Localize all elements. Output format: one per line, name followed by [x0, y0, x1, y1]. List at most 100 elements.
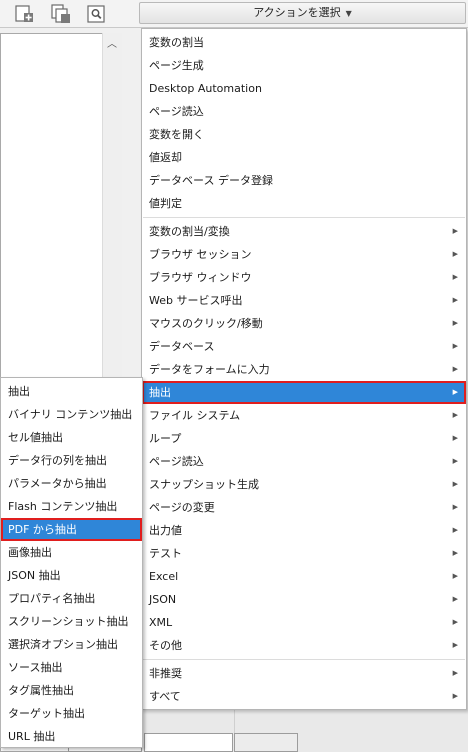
menu-item[interactable]: 値判定: [142, 192, 466, 215]
chevron-right-icon: ▶: [452, 595, 458, 603]
menu-item-label: データベース データ登録: [149, 174, 273, 187]
menu-item[interactable]: データベース ▶: [142, 335, 466, 358]
chevron-right-icon: ▶: [452, 641, 458, 649]
menu-item-label: ページの変更: [149, 501, 215, 514]
menu-item-label: Desktop Automation: [149, 82, 262, 95]
menu-item-label: マウスのクリック/移動: [149, 317, 263, 330]
chevron-right-icon: ▶: [452, 342, 458, 350]
menu-item[interactable]: Desktop Automation: [142, 77, 466, 100]
menu-item-label: すべて: [149, 690, 181, 703]
menu-item[interactable]: ページ読込 ▶: [142, 450, 466, 473]
scroll-up-icon[interactable]: ︿: [102, 37, 122, 53]
menu-item[interactable]: 変数の割当/変換 ▶: [142, 220, 466, 243]
chevron-right-icon: ▶: [452, 480, 458, 488]
bottom-field[interactable]: [234, 733, 298, 752]
menu-item-label: ブラウザ セッション: [149, 248, 252, 261]
chevron-right-icon: ▶: [452, 434, 458, 442]
copy-page-icon[interactable]: [50, 3, 72, 25]
action-menu: 変数の割当 ページ生成 Desktop Automation ページ読込 変数を開く 値返…: [141, 28, 467, 710]
menu-item-label: データをフォームに入力: [149, 363, 270, 376]
menu-item[interactable]: 値返却: [142, 146, 466, 169]
toolbar: アクションを選択 ▼: [0, 0, 468, 28]
action-select-label: アクションを選択: [253, 6, 341, 19]
submenu-item[interactable]: 画像抽出: [1, 541, 142, 564]
submenu-item[interactable]: ターゲット抽出: [1, 702, 142, 725]
chevron-right-icon: ▶: [452, 319, 458, 327]
menu-item[interactable]: データベース データ登録: [142, 169, 466, 192]
submenu-item[interactable]: パラメータから抽出: [1, 472, 142, 495]
menu-separator: [143, 659, 465, 660]
menu-item[interactable]: 出力値 ▶: [142, 519, 466, 542]
menu-item-label: 値返却: [149, 151, 182, 164]
submenu-item[interactable]: Flash コンテンツ抽出: [1, 495, 142, 518]
submenu-item[interactable]: バイナリ コンテンツ抽出: [1, 403, 142, 426]
action-select-dropdown[interactable]: アクションを選択 ▼: [139, 2, 466, 24]
bottom-field[interactable]: [144, 733, 233, 752]
submenu-item[interactable]: データ行の列を抽出: [1, 449, 142, 472]
menu-item[interactable]: Web サービス呼出 ▶: [142, 289, 466, 312]
menu-item[interactable]: テスト ▶: [142, 542, 466, 565]
menu-item-label: 変数の割当/変換: [149, 225, 230, 238]
menu-item[interactable]: 変数の割当: [142, 31, 466, 54]
menu-item-label: XML: [149, 616, 173, 629]
menu-item[interactable]: JSON ▶: [142, 588, 466, 611]
menu-item[interactable]: Excel ▶: [142, 565, 466, 588]
submenu-item[interactable]: プロパティ名抽出: [1, 587, 142, 610]
submenu-item[interactable]: セル値抽出: [1, 426, 142, 449]
chevron-right-icon: ▶: [452, 526, 458, 534]
chevron-right-icon: ▶: [452, 572, 458, 580]
submenu-item[interactable]: スクリーンショット抽出: [1, 610, 142, 633]
menu-item[interactable]: その他 ▶: [142, 634, 466, 657]
submenu-item[interactable]: PDF から抽出: [1, 518, 142, 541]
submenu-item[interactable]: タグ属性抽出: [1, 679, 142, 702]
chevron-down-icon: ▼: [345, 9, 352, 18]
menu-item[interactable]: ブラウザ ウィンドウ ▶: [142, 266, 466, 289]
menu-item[interactable]: データをフォームに入力 ▶: [142, 358, 466, 381]
menu-item[interactable]: 変数を開く: [142, 123, 466, 146]
menu-item[interactable]: 非推奨 ▶: [142, 662, 466, 685]
menu-item[interactable]: スナップショット生成 ▶: [142, 473, 466, 496]
menu-item[interactable]: ページ生成: [142, 54, 466, 77]
menu-item[interactable]: ページ読込: [142, 100, 466, 123]
menu-item-label: 値判定: [149, 197, 182, 210]
menu-item[interactable]: ファイル システム ▶: [142, 404, 466, 427]
menu-item[interactable]: ループ ▶: [142, 427, 466, 450]
chevron-right-icon: ▶: [452, 457, 458, 465]
menu-item[interactable]: 抽出 ▶: [142, 381, 466, 404]
menu-separator: [143, 217, 465, 218]
menu-item-label: 出力値: [149, 524, 182, 537]
menu-item[interactable]: マウスのクリック/移動 ▶: [142, 312, 466, 335]
menu-item-label: テスト: [149, 547, 182, 560]
extract-submenu: 抽出 バイナリ コンテンツ抽出 セル値抽出 データ行の列を抽出 パラメータから抽出 Fla…: [0, 377, 143, 748]
menu-item-label: ページ読込: [149, 455, 204, 468]
add-page-icon[interactable]: [14, 3, 36, 25]
menu-item-label: Web サービス呼出: [149, 294, 243, 307]
submenu-item[interactable]: URL 抽出: [1, 725, 142, 748]
chevron-right-icon: ▶: [452, 503, 458, 511]
menu-item-label: Excel: [149, 570, 179, 583]
menu-item-label: ページ生成: [149, 59, 204, 72]
menu-item[interactable]: XML ▶: [142, 611, 466, 634]
menu-item-label: 変数の割当: [149, 36, 204, 49]
chevron-right-icon: ▶: [452, 549, 458, 557]
chevron-right-icon: ▶: [452, 411, 458, 419]
chevron-right-icon: ▶: [452, 388, 458, 396]
submenu-item[interactable]: 抽出: [1, 380, 142, 403]
menu-item-label: その他: [149, 639, 182, 652]
menu-item[interactable]: ブラウザ セッション ▶: [142, 243, 466, 266]
submenu-item[interactable]: 選択済オプション抽出: [1, 633, 142, 656]
menu-item-label: ループ: [149, 432, 182, 445]
submenu-item[interactable]: ソース抽出: [1, 656, 142, 679]
menu-item-label: ブラウザ ウィンドウ: [149, 271, 252, 284]
submenu-item[interactable]: JSON 抽出: [1, 564, 142, 587]
search-page-icon[interactable]: [86, 3, 108, 25]
menu-item[interactable]: ページの変更 ▶: [142, 496, 466, 519]
chevron-right-icon: ▶: [452, 692, 458, 700]
menu-item-label: スナップショット生成: [149, 478, 259, 491]
vertical-scrollbar[interactable]: [102, 33, 122, 393]
chevron-right-icon: ▶: [452, 250, 458, 258]
chevron-right-icon: ▶: [452, 227, 458, 235]
chevron-right-icon: ▶: [452, 618, 458, 626]
chevron-right-icon: ▶: [452, 296, 458, 304]
menu-item[interactable]: すべて ▶: [142, 685, 466, 708]
